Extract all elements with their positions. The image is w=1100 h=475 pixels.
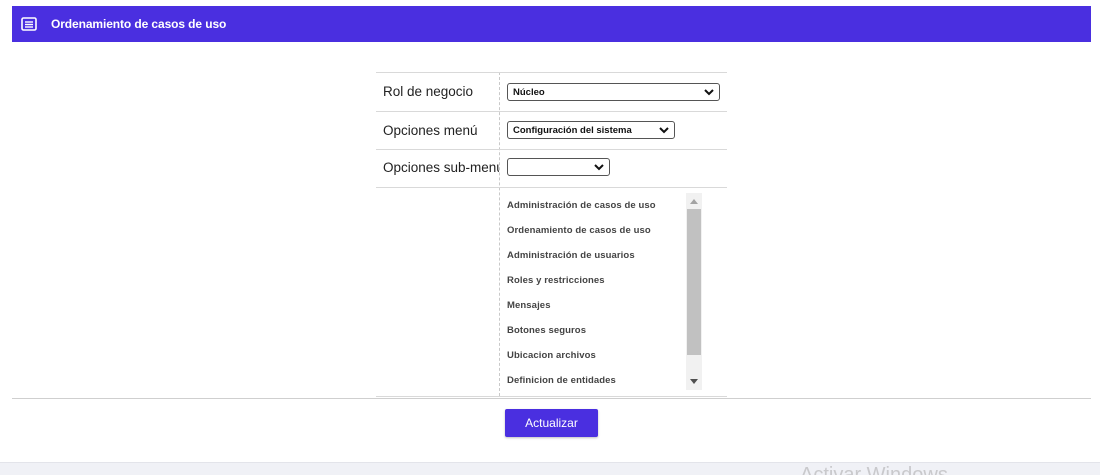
rol-label: Rol de negocio xyxy=(383,84,474,99)
use-case-order-form: Rol de negocio Núcleo Opciones menú Conf… xyxy=(376,72,727,396)
list-item[interactable]: Administración de casos de uso xyxy=(507,200,656,211)
main-panel: Ordenamiento de casos de uso Rol de nego… xyxy=(0,0,1100,463)
list-item[interactable]: Definicion de entidades xyxy=(507,375,616,386)
submenu-select[interactable] xyxy=(507,158,610,176)
list-item[interactable]: Ubicacion archivos xyxy=(507,350,596,361)
chevron-down-icon xyxy=(594,164,604,171)
chevron-down-icon xyxy=(659,127,669,134)
scroll-down-icon[interactable] xyxy=(686,374,702,390)
list-item[interactable]: Roles y restricciones xyxy=(507,275,605,286)
scroll-up-icon[interactable] xyxy=(686,193,702,209)
rol-row: Rol de negocio Núcleo xyxy=(376,72,727,111)
panel-header: Ordenamiento de casos de uso xyxy=(12,6,1091,42)
rol-select-value: Núcleo xyxy=(513,86,545,98)
menu-label: Opciones menú xyxy=(383,123,478,138)
submenu-row: Opciones sub-menú xyxy=(376,149,727,188)
menu-select[interactable]: Configuración del sistema xyxy=(507,121,675,139)
list-row-border xyxy=(376,187,727,188)
form-icon xyxy=(21,17,37,31)
scroll-thumb[interactable] xyxy=(687,209,701,355)
page-title: Ordenamiento de casos de uso xyxy=(51,17,227,31)
rol-select[interactable]: Núcleo xyxy=(507,83,720,101)
update-button[interactable]: Actualizar xyxy=(505,409,598,437)
activation-watermark: Activar Windows xyxy=(800,464,948,475)
list-item[interactable]: Ordenamiento de casos de uso xyxy=(507,225,651,236)
form-bottom-border xyxy=(376,396,727,397)
list-item[interactable]: Administración de usuarios xyxy=(507,250,635,261)
divider xyxy=(12,398,1091,399)
list-item[interactable]: Mensajes xyxy=(507,300,551,311)
menu-select-value: Configuración del sistema xyxy=(513,124,632,136)
list-item[interactable]: Botones seguros xyxy=(507,325,586,336)
list-scrollbar[interactable] xyxy=(686,193,702,390)
use-case-list[interactable]: Administración de casos de uso Ordenamie… xyxy=(500,192,702,390)
submenu-label: Opciones sub-menú xyxy=(383,160,499,175)
menu-row: Opciones menú Configuración del sistema xyxy=(376,111,727,150)
chevron-down-icon xyxy=(704,89,714,96)
